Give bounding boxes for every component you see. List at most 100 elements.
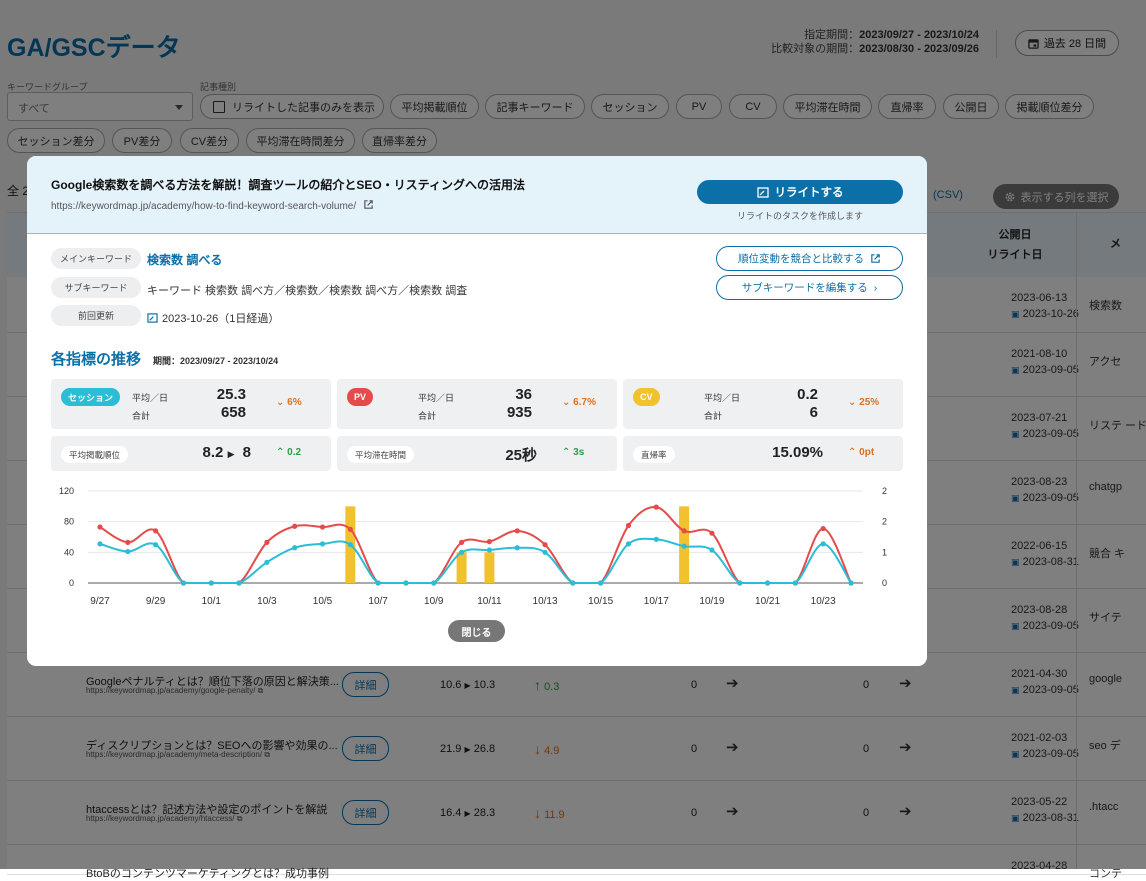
metric-delta: ⌄ 6% [276, 397, 302, 408]
section-title: 各指標の推移 [51, 351, 142, 368]
avg-label: 平均／日 [704, 393, 741, 403]
x-tick-label: 10/1 [202, 596, 222, 607]
external-link-icon [364, 200, 373, 209]
data-point [319, 524, 326, 530]
total-value: 658 [220, 404, 246, 421]
stat-delta: ⌃ 3s [562, 447, 584, 458]
delta-value: 0.2 [287, 447, 302, 458]
data-point [764, 580, 771, 586]
x-tick-label: 10/11 [477, 596, 502, 607]
avg-value: 36 [515, 386, 532, 403]
chevron-up-icon: ⌃ [562, 447, 571, 458]
stat-label: 平均掲載順位 [61, 446, 129, 463]
total-value: 6 [809, 404, 818, 421]
x-tick-label: 10/19 [699, 596, 724, 607]
stat-value: 15.09% [772, 444, 823, 461]
delta-value: 0pt [859, 447, 875, 458]
stat-card: 平均掲載順位 8.2 ▶ 8 ⌃ 0.2 [51, 436, 331, 471]
rewrite-label: リライトする [774, 187, 844, 199]
data-point [653, 536, 659, 542]
stat-delta: ⌃ 0pt [848, 447, 874, 458]
x-tick-label: 10/5 [313, 596, 333, 607]
data-point [848, 580, 854, 586]
y-left-tick-label: 0 [69, 578, 74, 588]
data-point [625, 541, 632, 547]
x-tick-label: 10/15 [588, 596, 613, 607]
edit-icon [147, 313, 158, 323]
rank-value: 8.2 ▶ 8 [203, 444, 251, 461]
data-point [681, 543, 687, 549]
modal-header: Google検索数を調べる方法を解説！調査ツールの紹介とSEO・リスティングへの… [27, 156, 927, 234]
chevron-up-icon: ⌃ [276, 447, 285, 458]
stat-label: 平均滞在時間 [347, 446, 415, 463]
metric-badge: CV [633, 388, 660, 406]
x-tick-label: 10/13 [533, 596, 558, 607]
delta-value: 6% [287, 397, 302, 408]
chevron-right-icon: › [873, 281, 878, 294]
data-point [97, 524, 103, 530]
rank-to: 8 [242, 444, 251, 461]
close-button[interactable]: 閉じる [448, 620, 505, 642]
data-point [153, 528, 159, 534]
y-right-tick-label: 1 [882, 547, 887, 557]
data-point [653, 504, 659, 510]
article-url-link[interactable]: https://keywordmap.jp/academy/how-to-fin… [51, 199, 374, 212]
data-point [542, 542, 548, 548]
x-tick-label: 10/7 [368, 596, 388, 607]
sub-keyword-value: キーワード 検索数 調べ方／検索数／検索数 調べ方／検索数 調査 [147, 285, 468, 297]
data-point [180, 580, 187, 586]
data-point [375, 580, 381, 586]
metric-card: PV 平均／日 合計 36 935 ⌄ 6.7% [337, 379, 617, 429]
compare-competitors-label: 順位変動を競合と比較する [738, 253, 864, 265]
data-point [236, 580, 242, 586]
rewrite-button[interactable]: リライトする [697, 180, 903, 204]
data-point [570, 580, 576, 586]
data-point [125, 539, 131, 545]
data-point [264, 559, 270, 565]
external-link-icon [871, 254, 880, 263]
x-tick-label: 10/17 [644, 596, 669, 607]
article-title: Google検索数を調べる方法を解説！調査ツールの紹介とSEO・リスティングへの… [51, 178, 525, 192]
total-value: 935 [506, 404, 532, 421]
section-period: 期間：2023/09/27 - 2023/10/24 [153, 356, 279, 366]
data-point [125, 548, 131, 555]
chevron-up-icon: ⌃ [848, 447, 857, 458]
x-tick-label: 10/3 [257, 596, 277, 607]
data-point [458, 539, 465, 545]
data-point [542, 549, 548, 555]
article-url: https://keywordmap.jp/academy/how-to-fin… [51, 201, 357, 212]
x-tick-label: 9/29 [146, 596, 166, 607]
series-line [99, 506, 852, 584]
data-point [625, 522, 632, 529]
chevron-down-icon: ⌄ [848, 397, 857, 408]
stat-label: 直帰率 [633, 446, 675, 463]
delta-value: 3s [573, 447, 585, 458]
total-label: 合計 [704, 411, 723, 421]
edit-subkeywords-button[interactable]: サブキーワードを編集する › [716, 275, 903, 300]
total-label: 合計 [418, 411, 437, 421]
data-point [319, 541, 326, 547]
y-right-tick-label: 2 [882, 486, 887, 496]
data-point [347, 526, 353, 532]
stat-card: 直帰率 15.09% ⌃ 0pt [623, 436, 903, 471]
data-point [514, 545, 520, 551]
delta-value: 6.7% [573, 397, 596, 408]
bar [484, 552, 495, 583]
data-point [820, 525, 826, 532]
data-point [264, 539, 270, 545]
y-left-tick-label: 80 [64, 517, 74, 527]
metric-card: CV 平均／日 合計 0.2 6 ⌄ 25% [623, 379, 903, 429]
delta-value: 25% [859, 397, 880, 408]
total-label: 合計 [132, 411, 151, 421]
data-point [153, 542, 159, 548]
bar [456, 552, 467, 583]
compare-competitors-button[interactable]: 順位変動を競合と比較する [716, 246, 903, 271]
avg-value: 25.3 [216, 386, 246, 403]
avg-label: 平均／日 [418, 393, 455, 403]
last-updated-value: 2023-10-26（1日経過） [147, 310, 279, 326]
data-point [403, 580, 409, 586]
data-point [598, 580, 604, 586]
stat-delta: ⌃ 0.2 [276, 447, 301, 458]
data-point [514, 528, 520, 534]
data-point [486, 539, 493, 545]
